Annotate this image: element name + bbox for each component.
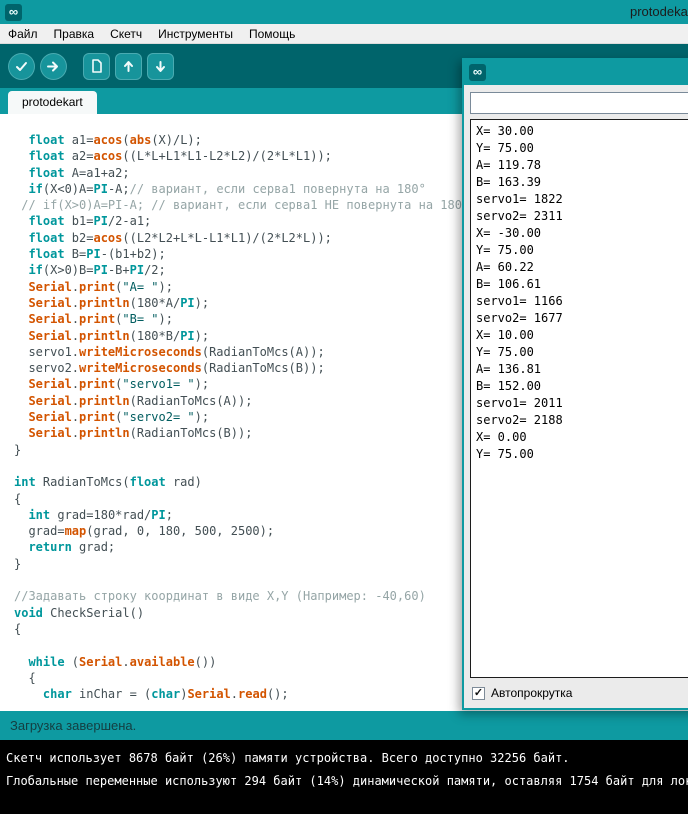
serial-send-input[interactable] [470,92,688,114]
serial-output-line: A= 60.22 [476,259,688,276]
check-icon [14,59,29,74]
serial-output-line: X= 30.00 [476,123,688,140]
serial-output-line: Y= 75.00 [476,140,688,157]
status-bar: Загрузка завершена. [0,711,688,740]
serial-output-line: servo1= 1166 [476,293,688,310]
menu-item-sketch[interactable]: Скетч [102,24,150,44]
arduino-logo-icon [5,4,22,21]
menu-item-tools[interactable]: Инструменты [150,24,241,44]
menu-bar: ФайлПравкаСкетчИнструментыПомощь [0,24,688,44]
serial-output-line: B= 152.00 [476,378,688,395]
verify-button[interactable] [8,53,35,80]
build-console[interactable]: Скетч использует 8678 байт (26%) памяти … [0,740,688,814]
serial-output-line: servo2= 1677 [476,310,688,327]
arrow-right-icon [46,59,61,74]
status-message: Загрузка завершена. [10,718,136,733]
window-title: protodekart [630,4,688,19]
serial-output-line: servo2= 2188 [476,412,688,429]
serial-output-line: Y= 75.00 [476,242,688,259]
menu-item-file[interactable]: Файл [0,24,46,44]
serial-monitor-window: X= 30.00Y= 75.00A= 119.78B= 163.39servo1… [462,58,688,710]
tab-protodekart[interactable]: protodekart [8,91,97,114]
arduino-ide-window: protodekart ФайлПравкаСкетчИнструментыПо… [0,0,688,814]
serial-output-line: Y= 75.00 [476,446,688,463]
arduino-logo-icon [469,64,486,81]
upload-button[interactable] [40,53,67,80]
serial-output-line: servo1= 1822 [476,191,688,208]
serial-output-line: X= -30.00 [476,225,688,242]
tab-label: protodekart [22,95,83,109]
menu-item-help[interactable]: Помощь [241,24,303,44]
serial-output-line: servo2= 2311 [476,208,688,225]
serial-output-line: A= 119.78 [476,157,688,174]
serial-output-line: X= 10.00 [476,327,688,344]
serial-output-line: A= 136.81 [476,361,688,378]
serial-output-line: X= 0.00 [476,429,688,446]
open-button[interactable] [115,53,142,80]
menu-item-edit[interactable]: Правка [46,24,103,44]
document-icon [90,59,104,73]
save-button[interactable] [147,53,174,80]
autoscroll-checkbox[interactable] [472,687,485,700]
arrow-down-icon [153,59,168,74]
title-bar: protodekart [0,0,688,24]
arrow-up-icon [121,59,136,74]
autoscroll-label: Автопрокрутка [491,686,572,700]
console-line: Скетч использует 8678 байт (26%) памяти … [6,747,688,770]
serial-monitor-footer: Автопрокрутка [464,678,688,708]
serial-input-row [464,85,688,119]
serial-output-line: B= 163.39 [476,174,688,191]
serial-output-line: servo1= 2011 [476,395,688,412]
serial-output-line: Y= 75.00 [476,344,688,361]
console-line: Глобальные переменные используют 294 бай… [6,770,688,793]
serial-output-line: B= 106.61 [476,276,688,293]
new-sketch-button[interactable] [83,53,110,80]
serial-output[interactable]: X= 30.00Y= 75.00A= 119.78B= 163.39servo1… [470,119,688,678]
serial-monitor-title-bar [464,60,688,85]
